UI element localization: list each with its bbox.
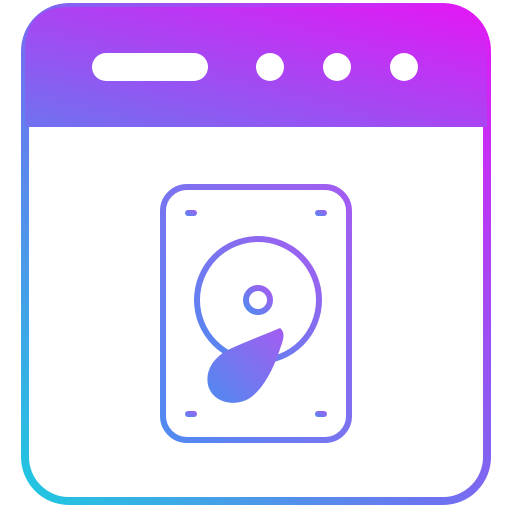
read-arm [207, 328, 284, 403]
browser-hdd-illustration [0, 0, 512, 512]
header-dot-2 [323, 53, 351, 81]
header-dot-1 [256, 53, 284, 81]
screw-hole-top-left [185, 210, 197, 216]
browser-window-hard-drive-icon [21, 3, 491, 505]
screw-hole-bottom-left [185, 411, 197, 417]
header-dot-3 [390, 53, 418, 81]
screw-hole-bottom-right [315, 411, 327, 417]
spindle [243, 285, 273, 315]
address-bar [92, 53, 208, 81]
screw-hole-top-right [315, 210, 327, 216]
